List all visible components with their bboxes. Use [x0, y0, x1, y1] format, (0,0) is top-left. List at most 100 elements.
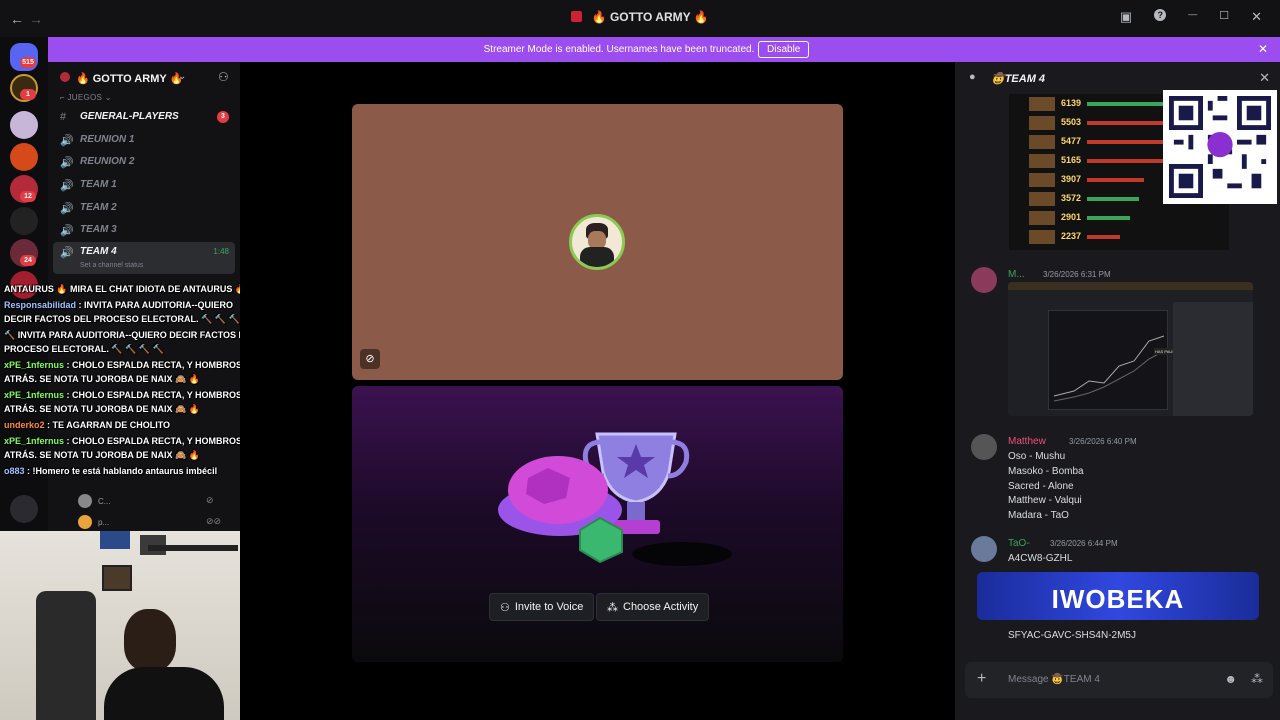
category-label[interactable]: ⌐ JUEGOS ⌄ [60, 93, 112, 102]
participant-avatar [569, 214, 625, 270]
message-timestamp: 3/26/2026 6:40 PM [1069, 437, 1137, 446]
close-button[interactable]: ✕ [1251, 9, 1262, 25]
hero-portrait [1029, 154, 1055, 168]
invite-people-icon[interactable]: ⚇ [218, 70, 229, 84]
server-boost-icon [60, 72, 70, 82]
message-line: SFYAC-GAVC-SHS4N-2M5J [1008, 630, 1136, 641]
message-author[interactable]: M... [1008, 269, 1025, 280]
chat-user: underko2 [4, 420, 45, 430]
banner-close-icon[interactable]: ✕ [1258, 42, 1268, 56]
line-graph-icon [1053, 335, 1165, 402]
message-author[interactable]: TaO- [1008, 538, 1030, 549]
stream-chat-overlay: ANTAURUS 🔥 MIRA EL CHAT IDIOTA DE ANTAUR… [4, 282, 260, 482]
category-name: JUEGOS [67, 93, 103, 102]
message-input[interactable]: Message 🤠TEAM 4 [1008, 674, 1100, 685]
invite-to-voice-button[interactable]: ⚇ Invite to Voice [489, 593, 595, 621]
window-title: 🔥 GOTTO ARMY 🔥 [0, 10, 1280, 24]
score-row: 2901 [1029, 210, 1229, 226]
voice-user[interactable]: p... [78, 515, 109, 529]
streamer-body [104, 667, 224, 720]
chat-line: ANTAURUS 🔥 MIRA EL CHAT IDIOTA DE ANTAUR… [4, 282, 260, 296]
message-author[interactable]: Matthew [1008, 436, 1046, 447]
channel-team-1[interactable]: 🔊 TEAM 1 [53, 175, 235, 195]
server-logo-icon [571, 11, 583, 22]
qr-code-image[interactable] [1163, 90, 1277, 204]
message-line: Madara - TaO [1008, 510, 1069, 521]
server-icon-gotto[interactable] [10, 143, 38, 171]
close-panel-icon[interactable]: ✕ [1259, 70, 1270, 86]
score-value: 6139 [1061, 98, 1082, 108]
chat-user: xPE_1nfernus [4, 436, 65, 446]
title-bar: ← → 🔥 GOTTO ARMY 🔥 ▣ ? — ☐ ✕ [0, 0, 1280, 37]
voice-user-name: C... [98, 496, 111, 506]
shadow [632, 542, 732, 566]
hero-portrait [1029, 192, 1055, 206]
iwobeka-overlay-banner: IWOBEKA [977, 572, 1259, 620]
server-badge: 24 [20, 255, 36, 266]
chat-line: xPE_1nfernus : CHOLO ESPALDA RECTA, Y HO… [4, 388, 260, 416]
game-topbar [1008, 282, 1253, 290]
chevron-down-icon[interactable]: ⌄ [178, 71, 186, 82]
emoji-icon: 🤠 [991, 73, 1005, 85]
deafened-icon: ⊘ [206, 495, 214, 505]
voice-stage: ⊘ ⚇ Invite to Voice ⁂ Choose Activity [240, 62, 955, 720]
unread-badge: 3 [217, 111, 229, 123]
channel-label: REUNION 2 [80, 156, 135, 167]
guild-name[interactable]: 🔥 GOTTO ARMY 🔥 [76, 72, 183, 85]
server-icon[interactable] [10, 111, 38, 139]
attachment-screenshot[interactable]: HAS PAUSED THE GAME [1008, 282, 1253, 416]
mentions-badge: 515 [20, 57, 36, 68]
channel-reunion-2[interactable]: 🔊 REUNION 2 [53, 152, 235, 172]
server-badge: 12 [20, 191, 36, 202]
emoji-icon[interactable]: ☻ [1224, 672, 1237, 686]
chat-line: xPE_1nfernus : CHOLO ESPALDA RECTA, Y HO… [4, 434, 260, 462]
choose-activity-button[interactable]: ⁂ Choose Activity [596, 593, 710, 621]
chat-text: 🔨 INVITA PARA AUDITORIA--QUIERO DECIR FA… [4, 330, 257, 354]
avatar[interactable] [971, 434, 997, 460]
minimize-button[interactable]: — [1188, 9, 1197, 25]
channel-team-2[interactable]: 🔊 TEAM 2 [53, 198, 235, 218]
server-icon[interactable] [10, 495, 38, 523]
avatar[interactable] [971, 536, 997, 562]
message-line: Masoko - Bomba [1008, 466, 1084, 477]
wall-shelf [148, 545, 238, 551]
channel-reunion-1[interactable]: 🔊 REUNION 1 [53, 130, 235, 150]
voice-user[interactable]: C... [78, 494, 110, 508]
channel-label: TEAM 3 [80, 224, 117, 235]
help-icon[interactable]: ? [1154, 9, 1167, 21]
disable-streamer-mode-button[interactable]: Disable [758, 41, 810, 58]
streamer-mode-banner: Streamer Mode is enabled. Usernames have… [48, 37, 1280, 62]
window-title-text: GOTTO ARMY [609, 10, 691, 24]
score-bar [1087, 140, 1167, 144]
chat-user: xPE_1nfernus [4, 360, 65, 370]
channel-general-players[interactable]: # GENERAL-PLAYERS 3 [53, 107, 235, 127]
add-attachment-icon[interactable]: + [977, 670, 986, 688]
panel-title-text: TEAM 4 [1004, 73, 1046, 85]
participant-tile[interactable]: ⊘ [352, 104, 843, 380]
message-composer[interactable]: + Message 🤠TEAM 4 ☻ ⁂ [965, 662, 1273, 698]
hero-portrait [1029, 135, 1055, 149]
channel-team-3[interactable]: 🔊 TEAM 3 [53, 220, 235, 240]
fire-icon: 🔥 [693, 10, 709, 24]
channel-team-4[interactable]: 🔊 TEAM 4 1:48 Set a channel status [53, 242, 235, 274]
apps-icon[interactable]: ⁂ [1251, 672, 1263, 686]
chat-text: : !Homero te está hablando antaurus imbé… [27, 466, 218, 476]
fire-icon: 🔥 [591, 10, 607, 24]
voice-user-name: p... [98, 517, 110, 527]
chat-bubble-icon: ● [969, 71, 976, 83]
hero-portrait [1029, 116, 1055, 130]
inbox-icon[interactable]: ▣ [1120, 9, 1132, 25]
qr-code-icon [1169, 96, 1271, 198]
avatar[interactable] [971, 267, 997, 293]
server-icon-play[interactable] [10, 207, 38, 235]
score-bar [1087, 178, 1144, 182]
maximize-button[interactable]: ☐ [1219, 9, 1229, 25]
server-badge: 1 [20, 89, 36, 100]
score-bar [1087, 121, 1168, 125]
chat-user: Responsabilidad [4, 300, 77, 310]
channel-status[interactable]: Set a channel status [80, 262, 143, 269]
chat-text: : TE AGARRAN DE CHOLITO [47, 420, 171, 430]
hero-portrait [1029, 230, 1055, 244]
rocket-icon: ⁂ [607, 601, 618, 614]
score-value: 5477 [1061, 136, 1082, 146]
